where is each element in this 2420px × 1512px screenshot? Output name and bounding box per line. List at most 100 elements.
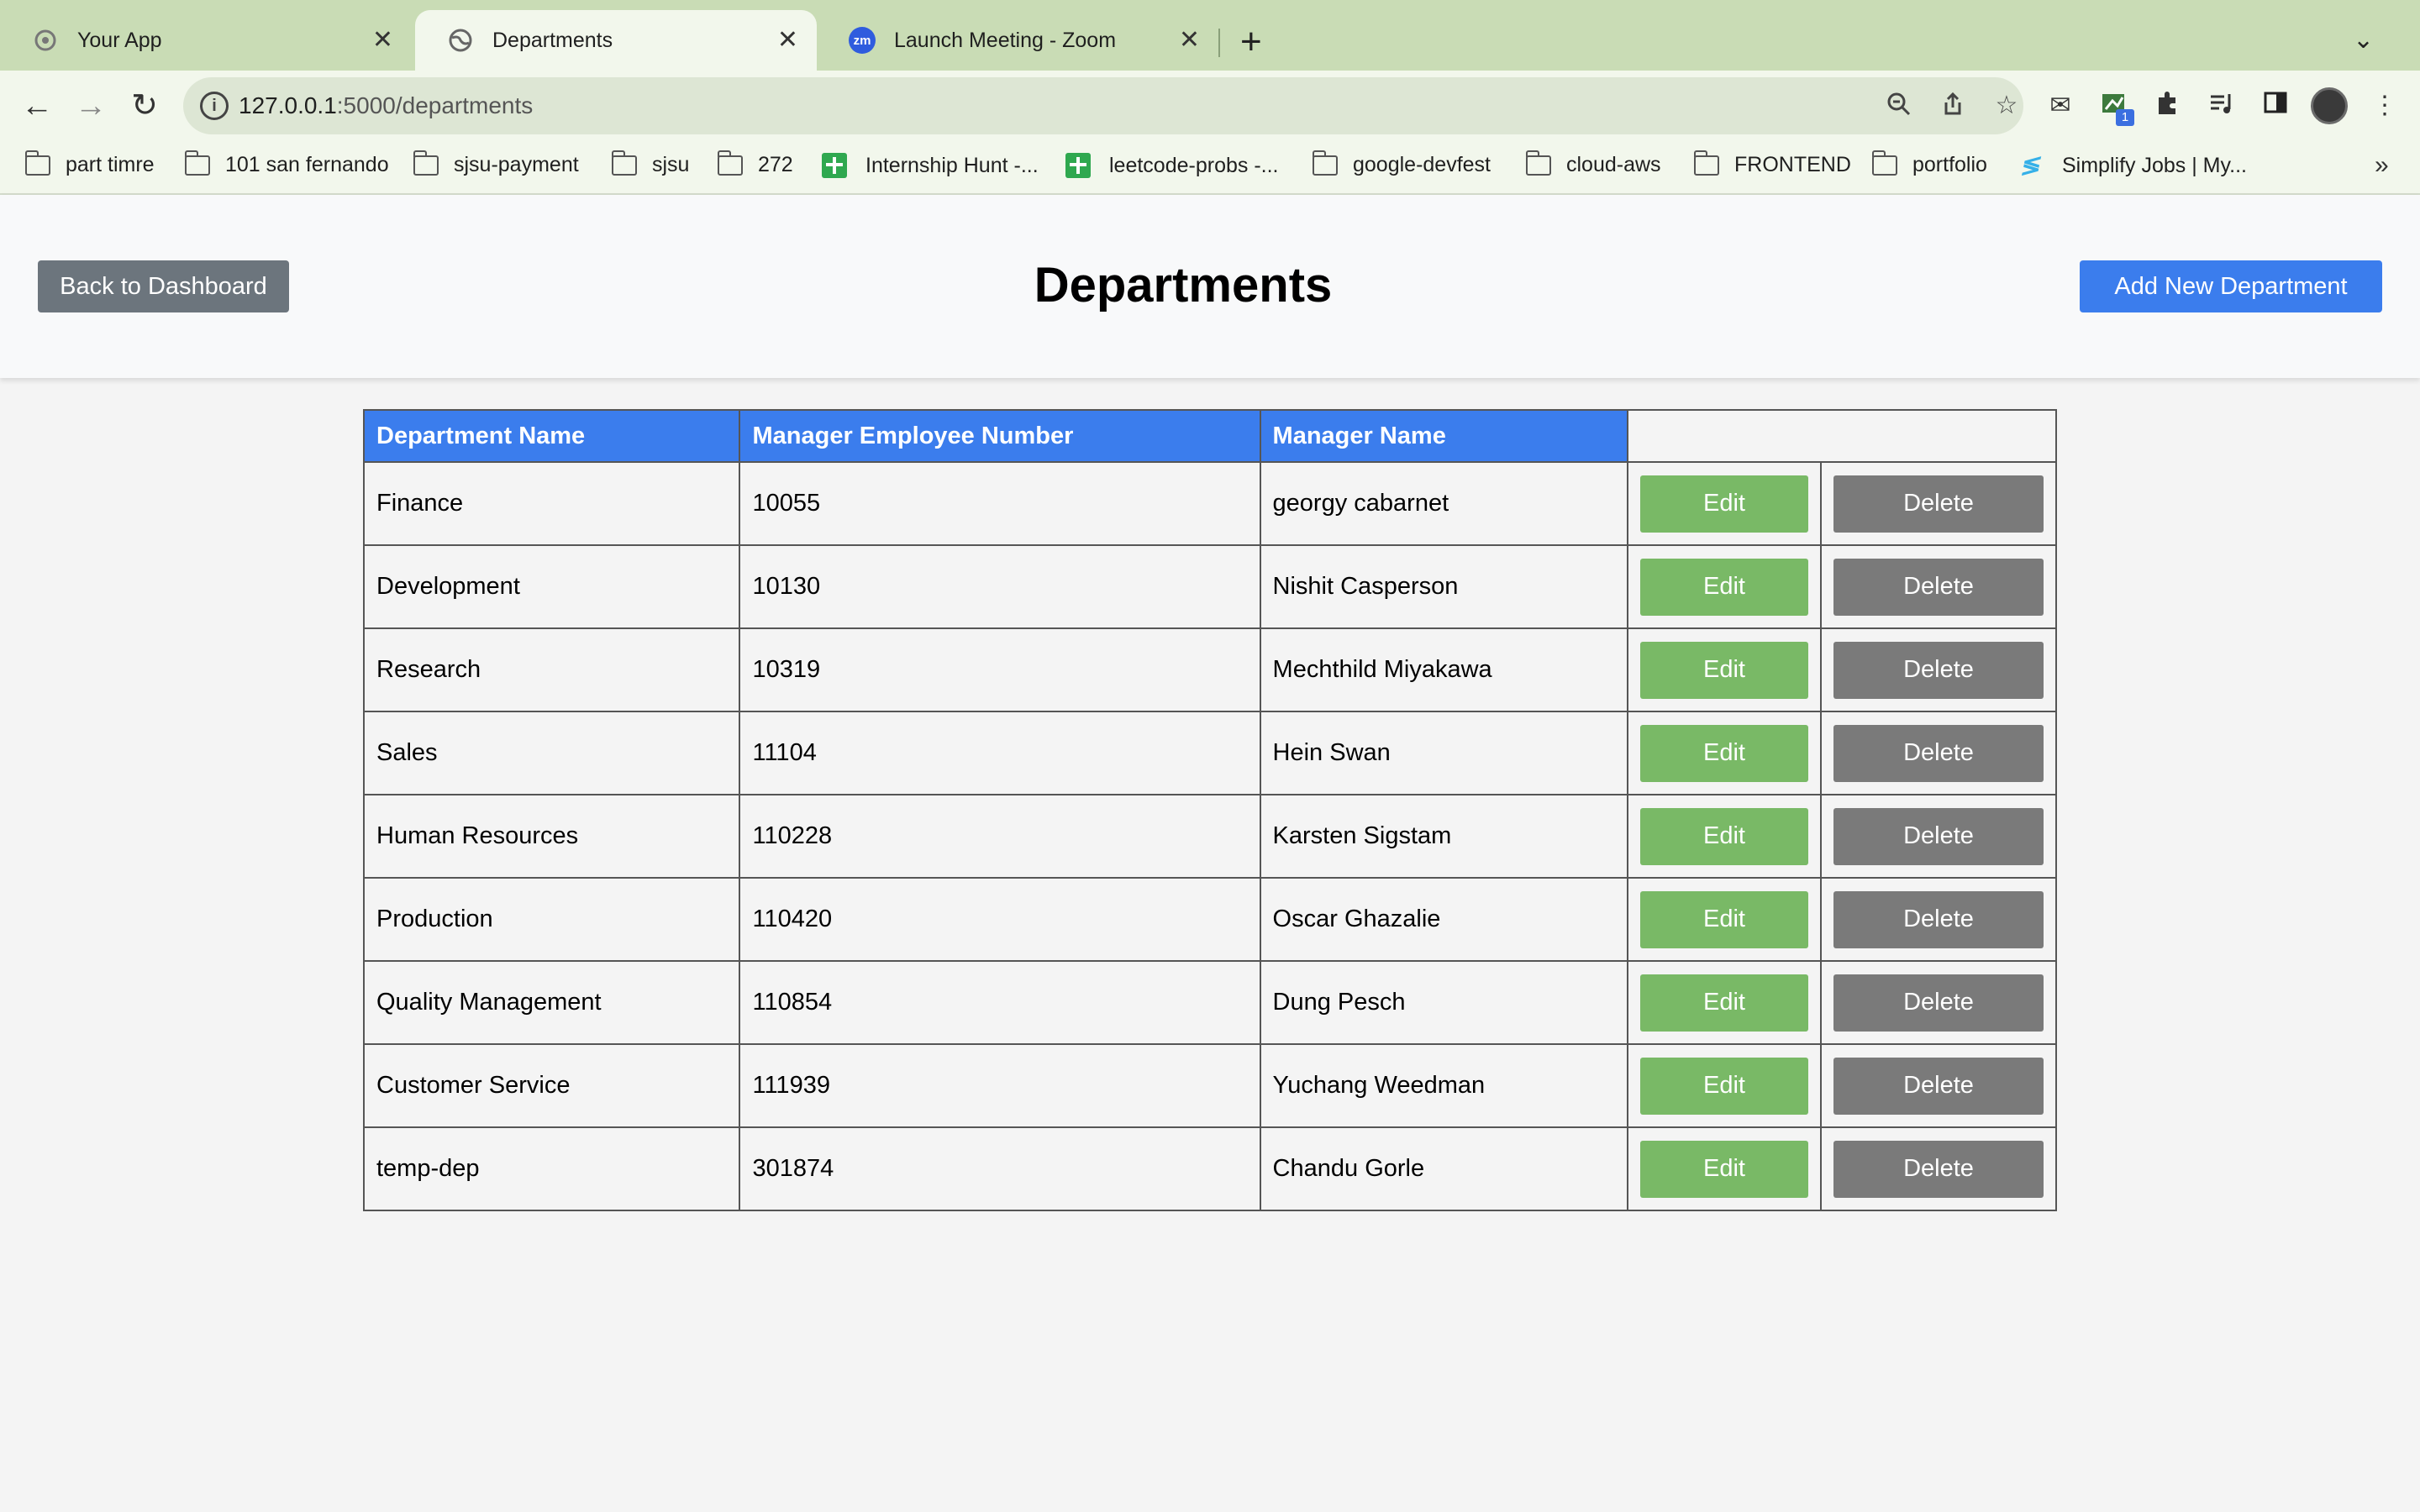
table-row: Customer Service 111939 Yuchang Weedman Edi… — [362, 1043, 2057, 1128]
cell-manager-name: Chandu Gorle — [1259, 1126, 1628, 1211]
side-panel-icon[interactable] — [2259, 89, 2292, 123]
cell-department-name: Development — [362, 544, 741, 629]
close-icon[interactable]: ✕ — [777, 25, 798, 55]
folder-icon — [184, 150, 210, 176]
cell-manager-employee-number: 10055 — [739, 461, 1261, 546]
cell-delete: Delete — [1820, 960, 2057, 1045]
bookmark-item[interactable]: google-devfest — [1312, 150, 1491, 177]
sheets-icon — [822, 153, 847, 178]
bookmark-item[interactable]: part timre — [24, 150, 155, 177]
bookmark-item[interactable]: leetcode-probs -... — [1065, 153, 1279, 178]
tab-zoom[interactable]: zm Launch Meeting - Zoom ✕ — [817, 10, 1218, 71]
browser-toolbar: ← → ↻ i 127.0.0.1:5000/departments ☆ ✉ 1… — [0, 71, 2420, 141]
cell-manager-name: Yuchang Weedman — [1259, 1043, 1628, 1128]
bookmarks-overflow-icon[interactable]: » — [2375, 151, 2389, 180]
delete-button[interactable]: Delete — [1833, 807, 2044, 865]
bookmark-item[interactable]: sjsu — [611, 150, 689, 177]
bookmark-item[interactable]: portfolio — [1871, 150, 1987, 177]
chevron-down-icon[interactable]: ⌄ — [2353, 25, 2374, 55]
departments-table: Department Name Manager Employee Number … — [362, 409, 2058, 1211]
bookmark-star-icon[interactable]: ☆ — [1991, 91, 2022, 121]
column-header-manager-name: Manager Name — [1259, 409, 1628, 463]
delete-button[interactable]: Delete — [1833, 724, 2044, 782]
tab-separator — [1218, 29, 1220, 57]
cell-manager-name: Karsten Sigstam — [1259, 794, 1628, 879]
close-icon[interactable]: ✕ — [372, 25, 393, 55]
edit-button[interactable]: Edit — [1639, 724, 1808, 782]
cell-manager-employee-number: 10319 — [739, 627, 1261, 712]
mail-extension-icon[interactable]: ✉ — [2044, 89, 2077, 123]
cell-manager-name: georgy cabarnet — [1259, 461, 1628, 546]
simplify-icon: ≶ — [2018, 152, 2044, 178]
tab-title: Launch Meeting - Zoom — [894, 28, 1117, 52]
share-icon[interactable] — [1938, 91, 1968, 121]
delete-button[interactable]: Delete — [1833, 641, 2044, 699]
edit-button[interactable]: Edit — [1639, 890, 1808, 948]
cell-manager-employee-number: 10130 — [739, 544, 1261, 629]
puzzle-extensions-icon[interactable] — [2151, 89, 2185, 123]
table-row: Development 10130 Nishit Casperson Edit Dele… — [362, 544, 2057, 629]
table-row: Sales 11104 Hein Swan Edit Delete — [362, 711, 2057, 795]
profile-avatar[interactable] — [2311, 87, 2348, 124]
edit-button[interactable]: Edit — [1639, 558, 1808, 616]
bookmark-item[interactable]: FRONTEND — [1693, 150, 1851, 177]
globe-icon — [447, 27, 474, 54]
cell-edit: Edit — [1626, 1043, 1823, 1128]
delete-button[interactable]: Delete — [1833, 558, 2044, 616]
tab-title: Your App — [77, 28, 162, 52]
cell-edit: Edit — [1626, 711, 1823, 795]
cell-manager-name: Nishit Casperson — [1259, 544, 1628, 629]
bookmark-item[interactable]: 101 san fernando — [184, 150, 389, 177]
cell-manager-employee-number: 11104 — [739, 711, 1261, 795]
tab-departments[interactable]: Departments ✕ — [415, 10, 817, 71]
close-icon[interactable]: ✕ — [1179, 25, 1200, 55]
folder-icon — [1693, 150, 1719, 176]
edit-button[interactable]: Edit — [1639, 807, 1808, 865]
folder-icon — [24, 150, 50, 176]
kebab-menu-icon[interactable]: ⋮ — [2368, 89, 2402, 123]
zoom-magnifier-icon[interactable] — [1884, 91, 1914, 121]
back-arrow-icon[interactable]: ← — [18, 87, 55, 124]
cell-department-name: Production — [362, 877, 741, 962]
edit-button[interactable]: Edit — [1639, 1057, 1808, 1115]
cell-edit: Edit — [1626, 627, 1823, 712]
cell-delete: Delete — [1820, 627, 2057, 712]
cell-manager-employee-number: 301874 — [739, 1126, 1261, 1211]
new-tab-plus-icon[interactable]: + — [1240, 24, 1262, 60]
delete-button[interactable]: Delete — [1833, 1140, 2044, 1198]
cell-delete: Delete — [1820, 794, 2057, 879]
bookmark-item[interactable]: Internship Hunt -... — [822, 153, 1039, 178]
bookmark-item[interactable]: ≶ Simplify Jobs | My... — [2018, 152, 2247, 178]
folder-icon — [413, 150, 439, 176]
address-bar[interactable]: i 127.0.0.1:5000/departments ☆ — [183, 77, 2023, 134]
delete-button[interactable]: Delete — [1833, 475, 2044, 533]
forward-arrow-icon[interactable]: → — [72, 87, 109, 124]
cell-delete: Delete — [1820, 711, 2057, 795]
cell-department-name: Quality Management — [362, 960, 741, 1045]
delete-button[interactable]: Delete — [1833, 890, 2044, 948]
site-info-icon[interactable]: i — [200, 92, 229, 120]
cell-edit: Edit — [1626, 877, 1823, 962]
edit-button[interactable]: Edit — [1639, 1140, 1808, 1198]
cell-edit: Edit — [1626, 1126, 1823, 1211]
cell-delete: Delete — [1820, 1126, 2057, 1211]
edit-button[interactable]: Edit — [1639, 974, 1808, 1032]
delete-button[interactable]: Delete — [1833, 1057, 2044, 1115]
reload-icon[interactable]: ↻ — [126, 87, 163, 124]
delete-button[interactable]: Delete — [1833, 974, 2044, 1032]
cell-manager-employee-number: 111939 — [739, 1043, 1261, 1128]
cell-delete: Delete — [1820, 877, 2057, 962]
edit-button[interactable]: Edit — [1639, 475, 1808, 533]
folder-icon — [1312, 150, 1338, 176]
tab-your-app[interactable]: Your App ✕ — [0, 10, 412, 71]
bookmark-item[interactable]: cloud-aws — [1525, 150, 1661, 177]
edit-button[interactable]: Edit — [1639, 641, 1808, 699]
bookmark-item[interactable]: 272 — [717, 150, 793, 177]
cell-delete: Delete — [1820, 1043, 2057, 1128]
sheets-icon — [1065, 153, 1091, 178]
bookmark-item[interactable]: sjsu-payment — [413, 150, 579, 177]
zoom-icon: zm — [849, 27, 876, 54]
media-queue-icon[interactable] — [2205, 89, 2238, 123]
url-text[interactable]: 127.0.0.1:5000/departments — [239, 92, 533, 119]
add-new-department-button[interactable]: Add New Department — [2080, 260, 2382, 312]
